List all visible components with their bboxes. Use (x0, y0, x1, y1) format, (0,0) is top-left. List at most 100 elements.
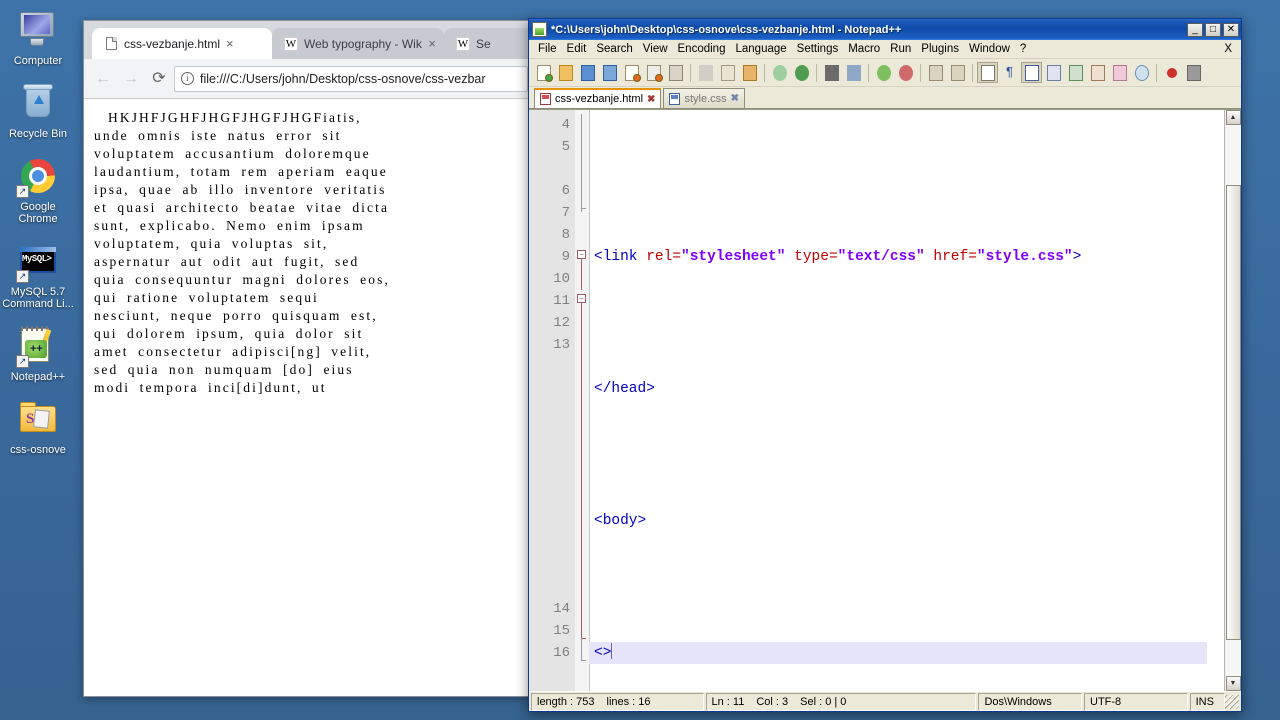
menu-item-window[interactable]: Window (964, 42, 1015, 56)
desktop-icon-label: MySQL 5.7 Command Li... (2, 286, 74, 310)
notepad-plus-plus-icon: ++ ↗ (16, 324, 60, 368)
sync-vertical-icon[interactable] (925, 62, 946, 83)
menu-item-macro[interactable]: Macro (843, 42, 885, 56)
menu-bar: File Edit Search View Encoding Language … (529, 40, 1241, 59)
document-tab-bar: css-vezbanje.html ✖ style.css ✖ (529, 87, 1241, 109)
status-col: Col : 3 (756, 695, 789, 708)
line-number: 7 (561, 205, 570, 221)
chrome-browser-window[interactable]: css-vezbanje.html × W Web typography - W… (83, 20, 535, 697)
desktop-icon-recycle-bin[interactable]: Recycle Bin (0, 81, 76, 140)
desktop-icon-notepad-plus-plus[interactable]: ++ ↗ Notepad++ (0, 324, 76, 383)
computer-icon (16, 8, 60, 52)
indent-guide-icon[interactable] (1021, 62, 1042, 83)
menu-item-settings[interactable]: Settings (792, 42, 844, 56)
menu-item-edit[interactable]: Edit (562, 42, 592, 56)
editor-area[interactable]: 4 5 6 7 8 9 10 11 12 13 14 15 16 − − <li… (529, 109, 1241, 691)
close-icon[interactable]: × (226, 37, 234, 50)
zoom-in-icon[interactable] (873, 62, 894, 83)
copy-icon[interactable] (717, 62, 738, 83)
find-icon[interactable] (821, 62, 842, 83)
undo-icon[interactable] (769, 62, 790, 83)
record-macro-icon[interactable] (1161, 62, 1182, 83)
status-insert-mode: INS (1189, 692, 1226, 711)
menu-item-encoding[interactable]: Encoding (673, 42, 731, 56)
desktop-icon-label: Computer (13, 55, 63, 67)
open-file-icon[interactable] (555, 62, 576, 83)
scrollbar-track[interactable] (1225, 125, 1241, 676)
user-defined-dialog-icon[interactable] (1043, 62, 1064, 83)
menu-item-plugins[interactable]: Plugins (916, 42, 964, 56)
doc-tab-css-vezbanje[interactable]: css-vezbanje.html ✖ (534, 88, 662, 108)
show-all-chars-icon[interactable]: ¶ (999, 62, 1020, 83)
address-bar[interactable]: i file:///C:/Users/john/Desktop/css-osno… (174, 65, 528, 92)
shortcut-arrow-icon: ↗ (16, 355, 29, 368)
document-icon (104, 37, 118, 51)
paste-icon[interactable] (739, 62, 760, 83)
word-wrap-icon[interactable] (977, 62, 998, 83)
close-all-icon[interactable] (643, 62, 664, 83)
text-cursor (611, 643, 613, 659)
save-icon[interactable] (577, 62, 598, 83)
back-button[interactable]: ← (90, 66, 116, 92)
close-icon[interactable]: ✖ (731, 93, 739, 104)
close-icon[interactable]: × (428, 37, 436, 50)
close-document-button[interactable]: X (1219, 42, 1237, 56)
folder-workspace-icon[interactable] (1109, 62, 1130, 83)
zoom-out-icon[interactable] (895, 62, 916, 83)
fold-toggle-body-icon[interactable]: − (577, 250, 586, 259)
wikipedia-icon: W (284, 36, 298, 51)
window-title: *C:\Users\john\Desktop\css-osnove\css-ve… (551, 23, 902, 36)
replace-icon[interactable] (843, 62, 864, 83)
forward-button[interactable]: → (118, 66, 144, 92)
info-icon[interactable]: i (181, 72, 194, 85)
line-number: 13 (553, 337, 570, 353)
desktop-icon-google-chrome[interactable]: ↗ Google Chrome (0, 154, 76, 225)
browser-tab-web-typography[interactable]: W Web typography - Wikiped × (272, 28, 444, 59)
scroll-down-button[interactable]: ▼ (1225, 676, 1241, 691)
cut-icon[interactable] (695, 62, 716, 83)
desktop-icon-computer[interactable]: Computer (0, 8, 76, 67)
doc-tab-label: style.css (684, 92, 727, 105)
browser-tab-strip: css-vezbanje.html × W Web typography - W… (84, 21, 534, 59)
close-icon[interactable]: ✖ (647, 94, 655, 105)
print-icon[interactable] (665, 62, 686, 83)
menu-item-view[interactable]: View (638, 42, 673, 56)
notepad-plus-plus-window[interactable]: *C:\Users\john\Desktop\css-osnove\css-ve… (528, 18, 1242, 712)
sync-horizontal-icon[interactable] (947, 62, 968, 83)
fold-toggle-line11-icon[interactable]: − (577, 294, 586, 303)
line-number: 16 (553, 645, 570, 661)
editor-vertical-scrollbar[interactable]: ▲ ▼ (1224, 110, 1241, 691)
redo-icon[interactable] (791, 62, 812, 83)
maximize-button[interactable]: □ (1205, 22, 1221, 37)
close-button[interactable]: ✕ (1223, 22, 1239, 37)
stop-macro-icon[interactable] (1183, 62, 1204, 83)
desktop-icon-mysql-command-line[interactable]: MySQL> ↗ MySQL 5.7 Command Li... (0, 239, 76, 310)
line-number: 4 (561, 117, 570, 133)
desktop-icon-css-osnove-folder[interactable]: S css-osnove (0, 397, 76, 456)
new-file-icon[interactable] (533, 62, 554, 83)
menu-item-search[interactable]: Search (591, 42, 637, 56)
toolbar: ¶ (529, 59, 1241, 87)
resize-grip-icon[interactable] (1225, 694, 1239, 709)
scroll-up-button[interactable]: ▲ (1225, 110, 1241, 125)
code-folding-column[interactable]: − − (575, 110, 589, 691)
doc-tab-style-css[interactable]: style.css ✖ (663, 88, 746, 108)
menu-item-language[interactable]: Language (730, 42, 791, 56)
menu-item-file[interactable]: File (533, 42, 562, 56)
line-number: 8 (561, 227, 570, 243)
reload-button[interactable]: ⟳ (146, 66, 172, 92)
browser-tab-css-vezbanje[interactable]: css-vezbanje.html × (92, 28, 272, 59)
monitoring-icon[interactable] (1131, 62, 1152, 83)
show-doc-map-icon[interactable] (1065, 62, 1086, 83)
close-file-icon[interactable] (621, 62, 642, 83)
browser-tab-third[interactable]: W Se (444, 28, 534, 59)
menu-item-help[interactable]: ? (1015, 42, 1031, 56)
function-list-icon[interactable] (1087, 62, 1108, 83)
menu-item-run[interactable]: Run (885, 42, 916, 56)
scrollbar-thumb[interactable] (1225, 185, 1241, 640)
minimize-button[interactable]: _ (1187, 22, 1203, 37)
save-all-icon[interactable] (599, 62, 620, 83)
rendered-paragraph: HKJHFJGHFJHGFJHGFJHGFiatis, unde omnis i… (94, 110, 390, 395)
code-text[interactable]: <link rel="stylesheet" type="text/css" h… (589, 110, 1224, 691)
